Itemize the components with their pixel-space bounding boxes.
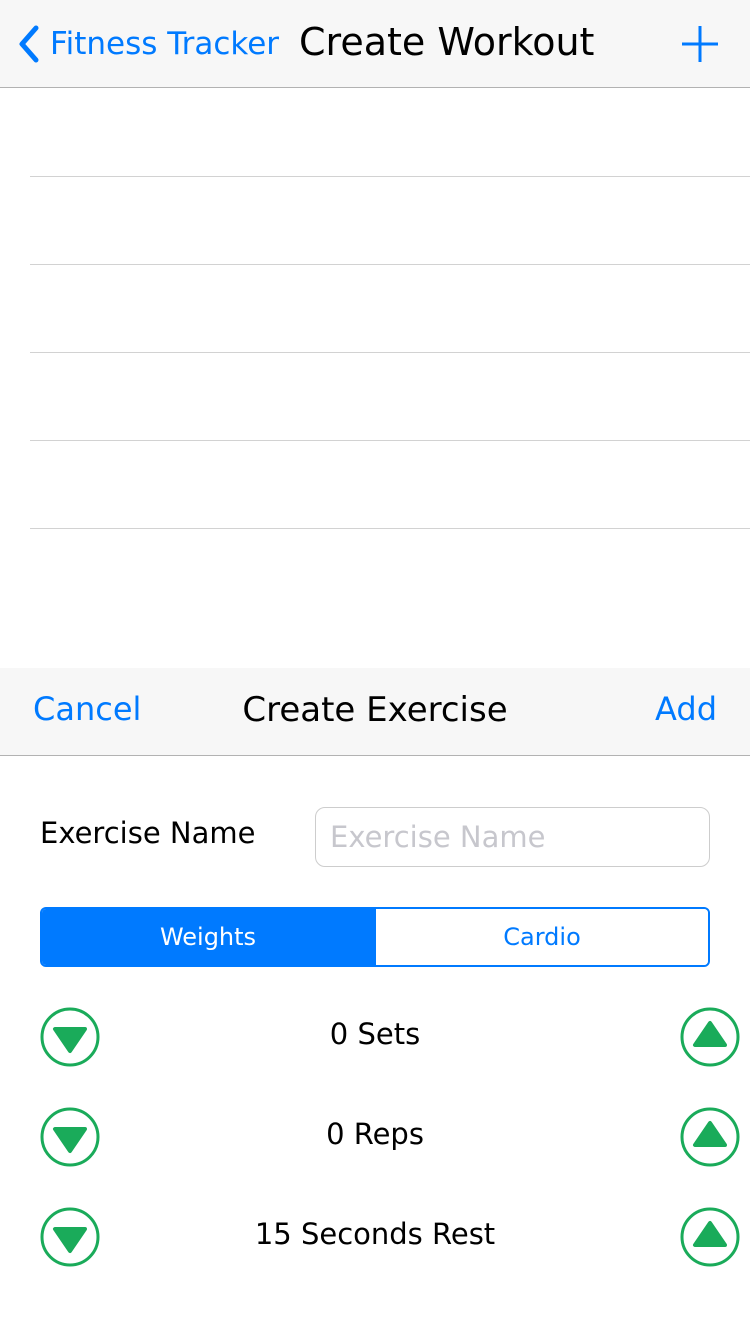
rest-value: 15 Seconds Rest xyxy=(254,1217,496,1251)
rest-stepper: 15 Seconds Rest xyxy=(0,1207,750,1267)
exercise-name-field[interactable] xyxy=(315,807,710,867)
table-row[interactable] xyxy=(30,529,750,617)
reps-stepper: 0 Reps xyxy=(0,1107,750,1167)
table-row[interactable] xyxy=(30,89,750,177)
sets-value: 0 Sets xyxy=(329,1017,421,1051)
chevron-up-circle-icon[interactable] xyxy=(680,1007,740,1067)
table-row[interactable] xyxy=(30,353,750,441)
exercise-name-label: Exercise Name xyxy=(40,816,256,850)
navigation-bar: Fitness Tracker Create Workout xyxy=(0,0,750,88)
page-title: Create Workout xyxy=(299,20,595,64)
plus-icon[interactable] xyxy=(680,24,720,64)
table-row[interactable] xyxy=(30,177,750,265)
back-button-label: Fitness Tracker xyxy=(50,26,280,62)
chevron-up-circle-icon[interactable] xyxy=(680,1107,740,1167)
back-button[interactable]: Fitness Tracker xyxy=(16,22,279,66)
segment-weights[interactable]: Weights xyxy=(42,909,374,965)
segment-cardio[interactable]: Cardio xyxy=(374,909,708,965)
chevron-left-icon xyxy=(19,25,39,63)
cancel-button[interactable]: Cancel xyxy=(33,690,141,728)
table-row[interactable] xyxy=(30,265,750,353)
add-button[interactable]: Add xyxy=(655,690,717,728)
reps-value: 0 Reps xyxy=(326,1117,424,1151)
create-exercise-bar: Create Exercise Cancel Add xyxy=(0,668,750,756)
chevron-up-circle-icon[interactable] xyxy=(680,1207,740,1267)
table-row[interactable] xyxy=(30,441,750,529)
exercise-type-segmented-control: Weights Cardio xyxy=(40,907,710,967)
workout-exercise-list xyxy=(0,89,750,667)
sets-stepper: 0 Sets xyxy=(0,1007,750,1067)
